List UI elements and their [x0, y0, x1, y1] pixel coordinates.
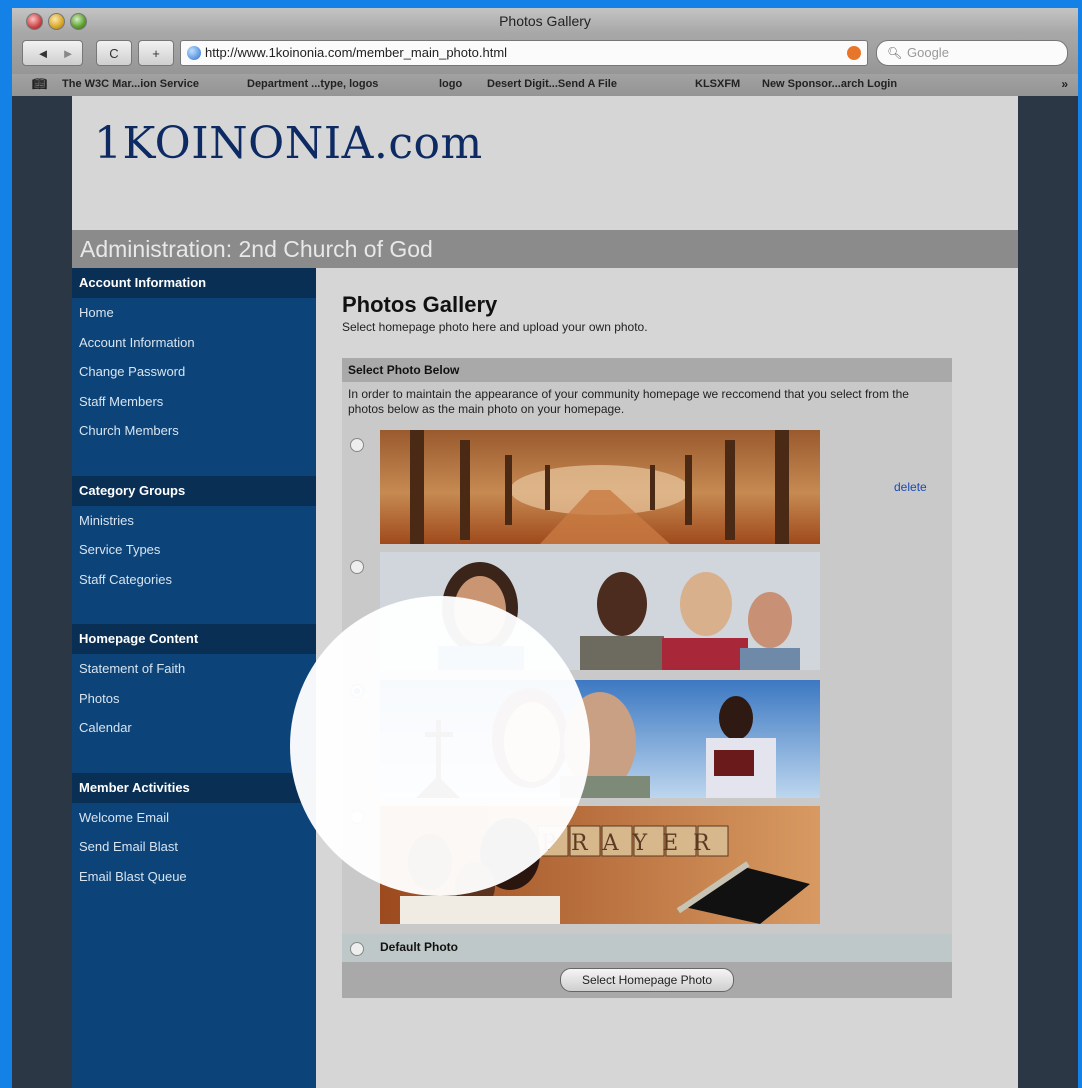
add-bookmark-button[interactable]: +: [138, 40, 174, 66]
sidebar-item-calendar[interactable]: Calendar: [72, 713, 316, 743]
bookmarks-book-icon[interactable]: 📖︎: [32, 77, 47, 91]
window-title: Photos Gallery: [499, 13, 591, 29]
search-input[interactable]: 🔍︎ Google: [876, 40, 1068, 66]
sidebar-section-title: Category Groups: [72, 475, 316, 506]
sidebar-item-church-members[interactable]: Church Members: [72, 416, 316, 446]
page-title: Photos Gallery: [342, 292, 498, 317]
browser-window: Photos Gallery ◄ ► C + http://www.1koino…: [12, 8, 1078, 1088]
sidebar-item-service-types[interactable]: Service Types: [72, 535, 316, 565]
bookmark-item[interactable]: logo: [439, 78, 462, 90]
photo-radio[interactable]: [350, 438, 364, 452]
photo-option-row: delete: [342, 430, 952, 550]
panel-title: Select Photo Below: [342, 358, 952, 382]
default-photo-row: Default Photo: [342, 934, 952, 962]
autumn-trees-photo: [380, 430, 820, 544]
panel-note: In order to maintain the appearance of y…: [348, 387, 909, 416]
default-photo-radio[interactable]: [350, 942, 364, 956]
default-photo-label: Default Photo: [380, 940, 458, 954]
search-placeholder: Google: [907, 45, 949, 60]
rss-icon[interactable]: [847, 46, 861, 60]
search-icon: 🔍︎: [887, 46, 903, 60]
bookmarks-overflow-icon[interactable]: »: [1061, 77, 1068, 91]
sidebar-item-send-email-blast[interactable]: Send Email Blast: [72, 832, 316, 862]
sidebar-item-home[interactable]: Home: [72, 298, 316, 328]
web-page: 1KOINONIA.com Administration: 2nd Church…: [12, 96, 1078, 1088]
admin-header: Administration: 2nd Church of God: [72, 230, 1018, 268]
reload-button[interactable]: C: [96, 40, 132, 66]
panel-footer: Select Homepage Photo: [342, 962, 952, 998]
sidebar-item-ministries[interactable]: Ministries: [72, 506, 316, 536]
bookmarks-bar: 📖︎ The W3C Mar...ion Service Department …: [12, 74, 1078, 97]
sidebar-item-staff-categories[interactable]: Staff Categories: [72, 565, 316, 595]
sidebar-item-staff-members[interactable]: Staff Members: [72, 387, 316, 417]
main-content: Photos Gallery Select homepage photo her…: [342, 292, 982, 998]
url-text: http://www.1koinonia.com/member_main_pho…: [205, 45, 508, 60]
admin-title: Administration: 2nd Church of God: [80, 236, 433, 262]
sidebar-item-statement-of-faith[interactable]: Statement of Faith: [72, 654, 316, 684]
address-bar[interactable]: http://www.1koinonia.com/member_main_pho…: [180, 40, 868, 66]
sidebar-item-account-information[interactable]: Account Information: [72, 328, 316, 358]
page-subtitle: Select homepage photo here and upload yo…: [342, 320, 648, 334]
spotlight-highlight: [290, 596, 590, 896]
bookmark-item[interactable]: Department ...type, logos: [247, 78, 378, 90]
sidebar-item-change-password[interactable]: Change Password: [72, 357, 316, 387]
bookmark-item[interactable]: KLSXFM: [695, 78, 740, 90]
prayer-blocks-text: PRAYER: [541, 831, 725, 856]
bookmark-item[interactable]: New Sponsor...arch Login: [762, 78, 897, 90]
globe-icon: [187, 46, 201, 60]
sidebar-item-welcome-email[interactable]: Welcome Email: [72, 803, 316, 833]
page-content: 1KOINONIA.com Administration: 2nd Church…: [72, 96, 1018, 1088]
delete-photo-link[interactable]: delete: [894, 480, 927, 494]
photo-radio[interactable]: [350, 560, 364, 574]
sidebar: Account Information Home Account Informa…: [72, 268, 316, 1088]
bookmark-item[interactable]: The W3C Mar...ion Service: [62, 78, 199, 90]
sidebar-section-title: Account Information: [72, 268, 316, 298]
sidebar-section-title: Member Activities: [72, 772, 316, 803]
select-homepage-photo-button[interactable]: Select Homepage Photo: [560, 968, 734, 992]
browser-toolbar: ◄ ► C + http://www.1koinonia.com/member_…: [12, 34, 1078, 74]
sidebar-item-photos[interactable]: Photos: [72, 684, 316, 714]
site-logo[interactable]: 1KOINONIA.com: [94, 118, 483, 169]
title-bar: Photos Gallery: [12, 8, 1078, 34]
bookmark-item[interactable]: Desert Digit...Send A File: [487, 78, 617, 90]
forward-button[interactable]: ►: [54, 40, 83, 66]
sidebar-section-title: Homepage Content: [72, 624, 316, 654]
sidebar-item-email-blast-queue[interactable]: Email Blast Queue: [72, 862, 316, 892]
